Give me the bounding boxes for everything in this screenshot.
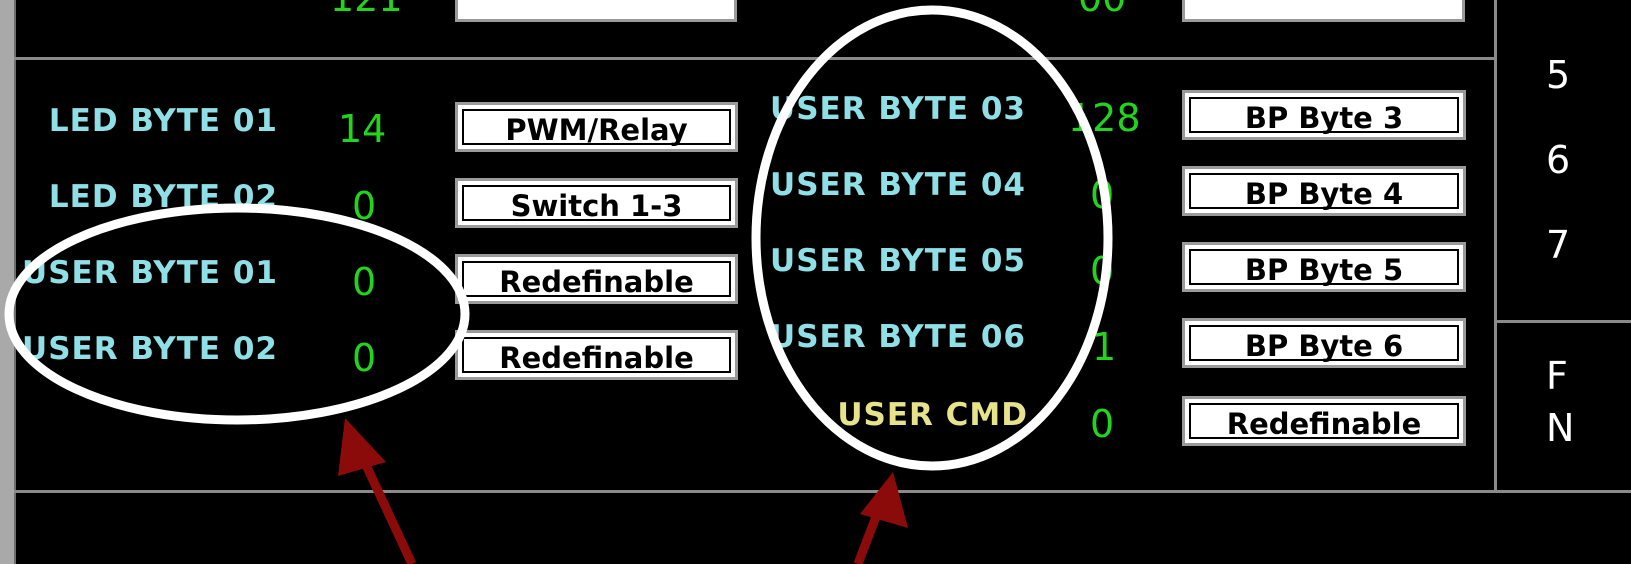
left-highlight-ellipse <box>4 203 470 425</box>
user-byte-02-label: USER BYTE 02 <box>22 331 278 367</box>
user-byte-02-button[interactable]: Redefinable <box>455 330 738 380</box>
right-panel-divider <box>1497 320 1631 323</box>
user-byte-03-value: 128 <box>1068 96 1141 140</box>
user-cmd-button-label: Redefinable <box>1189 403 1459 441</box>
edge-text-6: 6 <box>1546 138 1571 182</box>
led-byte-02-value: 0 <box>352 184 377 228</box>
right-arrow-icon <box>853 472 908 564</box>
edge-text-7: 7 <box>1546 223 1571 267</box>
bp-byte-4-button[interactable]: BP Byte 4 <box>1182 166 1466 216</box>
top-right-button[interactable] <box>1182 0 1465 22</box>
user-cmd-value: 0 <box>1090 402 1115 446</box>
user-byte-05-value: 0 <box>1090 249 1115 293</box>
window-left-frame <box>0 0 16 564</box>
bp-byte-6-button-label: BP Byte 6 <box>1189 325 1459 363</box>
top-right-value: 00 <box>1078 0 1126 18</box>
user-byte-01-value: 0 <box>352 260 377 304</box>
bottom-divider <box>14 490 1631 493</box>
user-byte-06-label: USER BYTE 06 <box>770 319 1026 355</box>
top-left-button[interactable] <box>455 0 737 22</box>
user-byte-02-value: 0 <box>352 336 377 380</box>
bp-byte-3-button-label: BP Byte 3 <box>1189 97 1459 135</box>
user-byte-01-label: USER BYTE 01 <box>22 255 278 291</box>
user-byte-01-button[interactable]: Redefinable <box>455 254 738 304</box>
bp-byte-3-button[interactable]: BP Byte 3 <box>1182 90 1466 140</box>
user-cmd-label: USER CMD <box>837 397 1028 433</box>
bp-byte-4-button-label: BP Byte 4 <box>1189 173 1459 211</box>
edge-text-n: N <box>1546 406 1575 450</box>
bp-byte-6-button[interactable]: BP Byte 6 <box>1182 318 1466 368</box>
led-byte-02-label: LED BYTE 02 <box>48 179 278 215</box>
user-byte-04-label: USER BYTE 04 <box>770 167 1026 203</box>
led-byte-01-label: LED BYTE 01 <box>48 103 278 139</box>
user-cmd-button[interactable]: Redefinable <box>1182 396 1466 446</box>
bp-byte-5-button[interactable]: BP Byte 5 <box>1182 242 1466 292</box>
user-byte-04-value: 0 <box>1090 173 1115 217</box>
pwm-relay-button-label: PWM/Relay <box>462 109 731 147</box>
user-byte-06-value: 1 <box>1092 325 1117 369</box>
switch-1-3-button-label: Switch 1-3 <box>462 185 731 223</box>
top-divider <box>14 57 1494 60</box>
user-byte-01-button-label: Redefinable <box>462 261 731 299</box>
led-byte-01-value: 14 <box>338 107 387 151</box>
user-byte-02-button-label: Redefinable <box>462 337 731 375</box>
edge-text-5: 5 <box>1546 53 1571 97</box>
top-left-value: 121 <box>330 0 403 18</box>
bp-byte-5-button-label: BP Byte 5 <box>1189 249 1459 287</box>
pwm-relay-button[interactable]: PWM/Relay <box>455 102 738 152</box>
right-divider <box>1494 0 1497 492</box>
user-byte-03-label: USER BYTE 03 <box>770 91 1026 127</box>
switch-1-3-button[interactable]: Switch 1-3 <box>455 178 738 228</box>
user-byte-05-label: USER BYTE 05 <box>770 243 1026 279</box>
edge-text-f: F <box>1546 354 1568 398</box>
